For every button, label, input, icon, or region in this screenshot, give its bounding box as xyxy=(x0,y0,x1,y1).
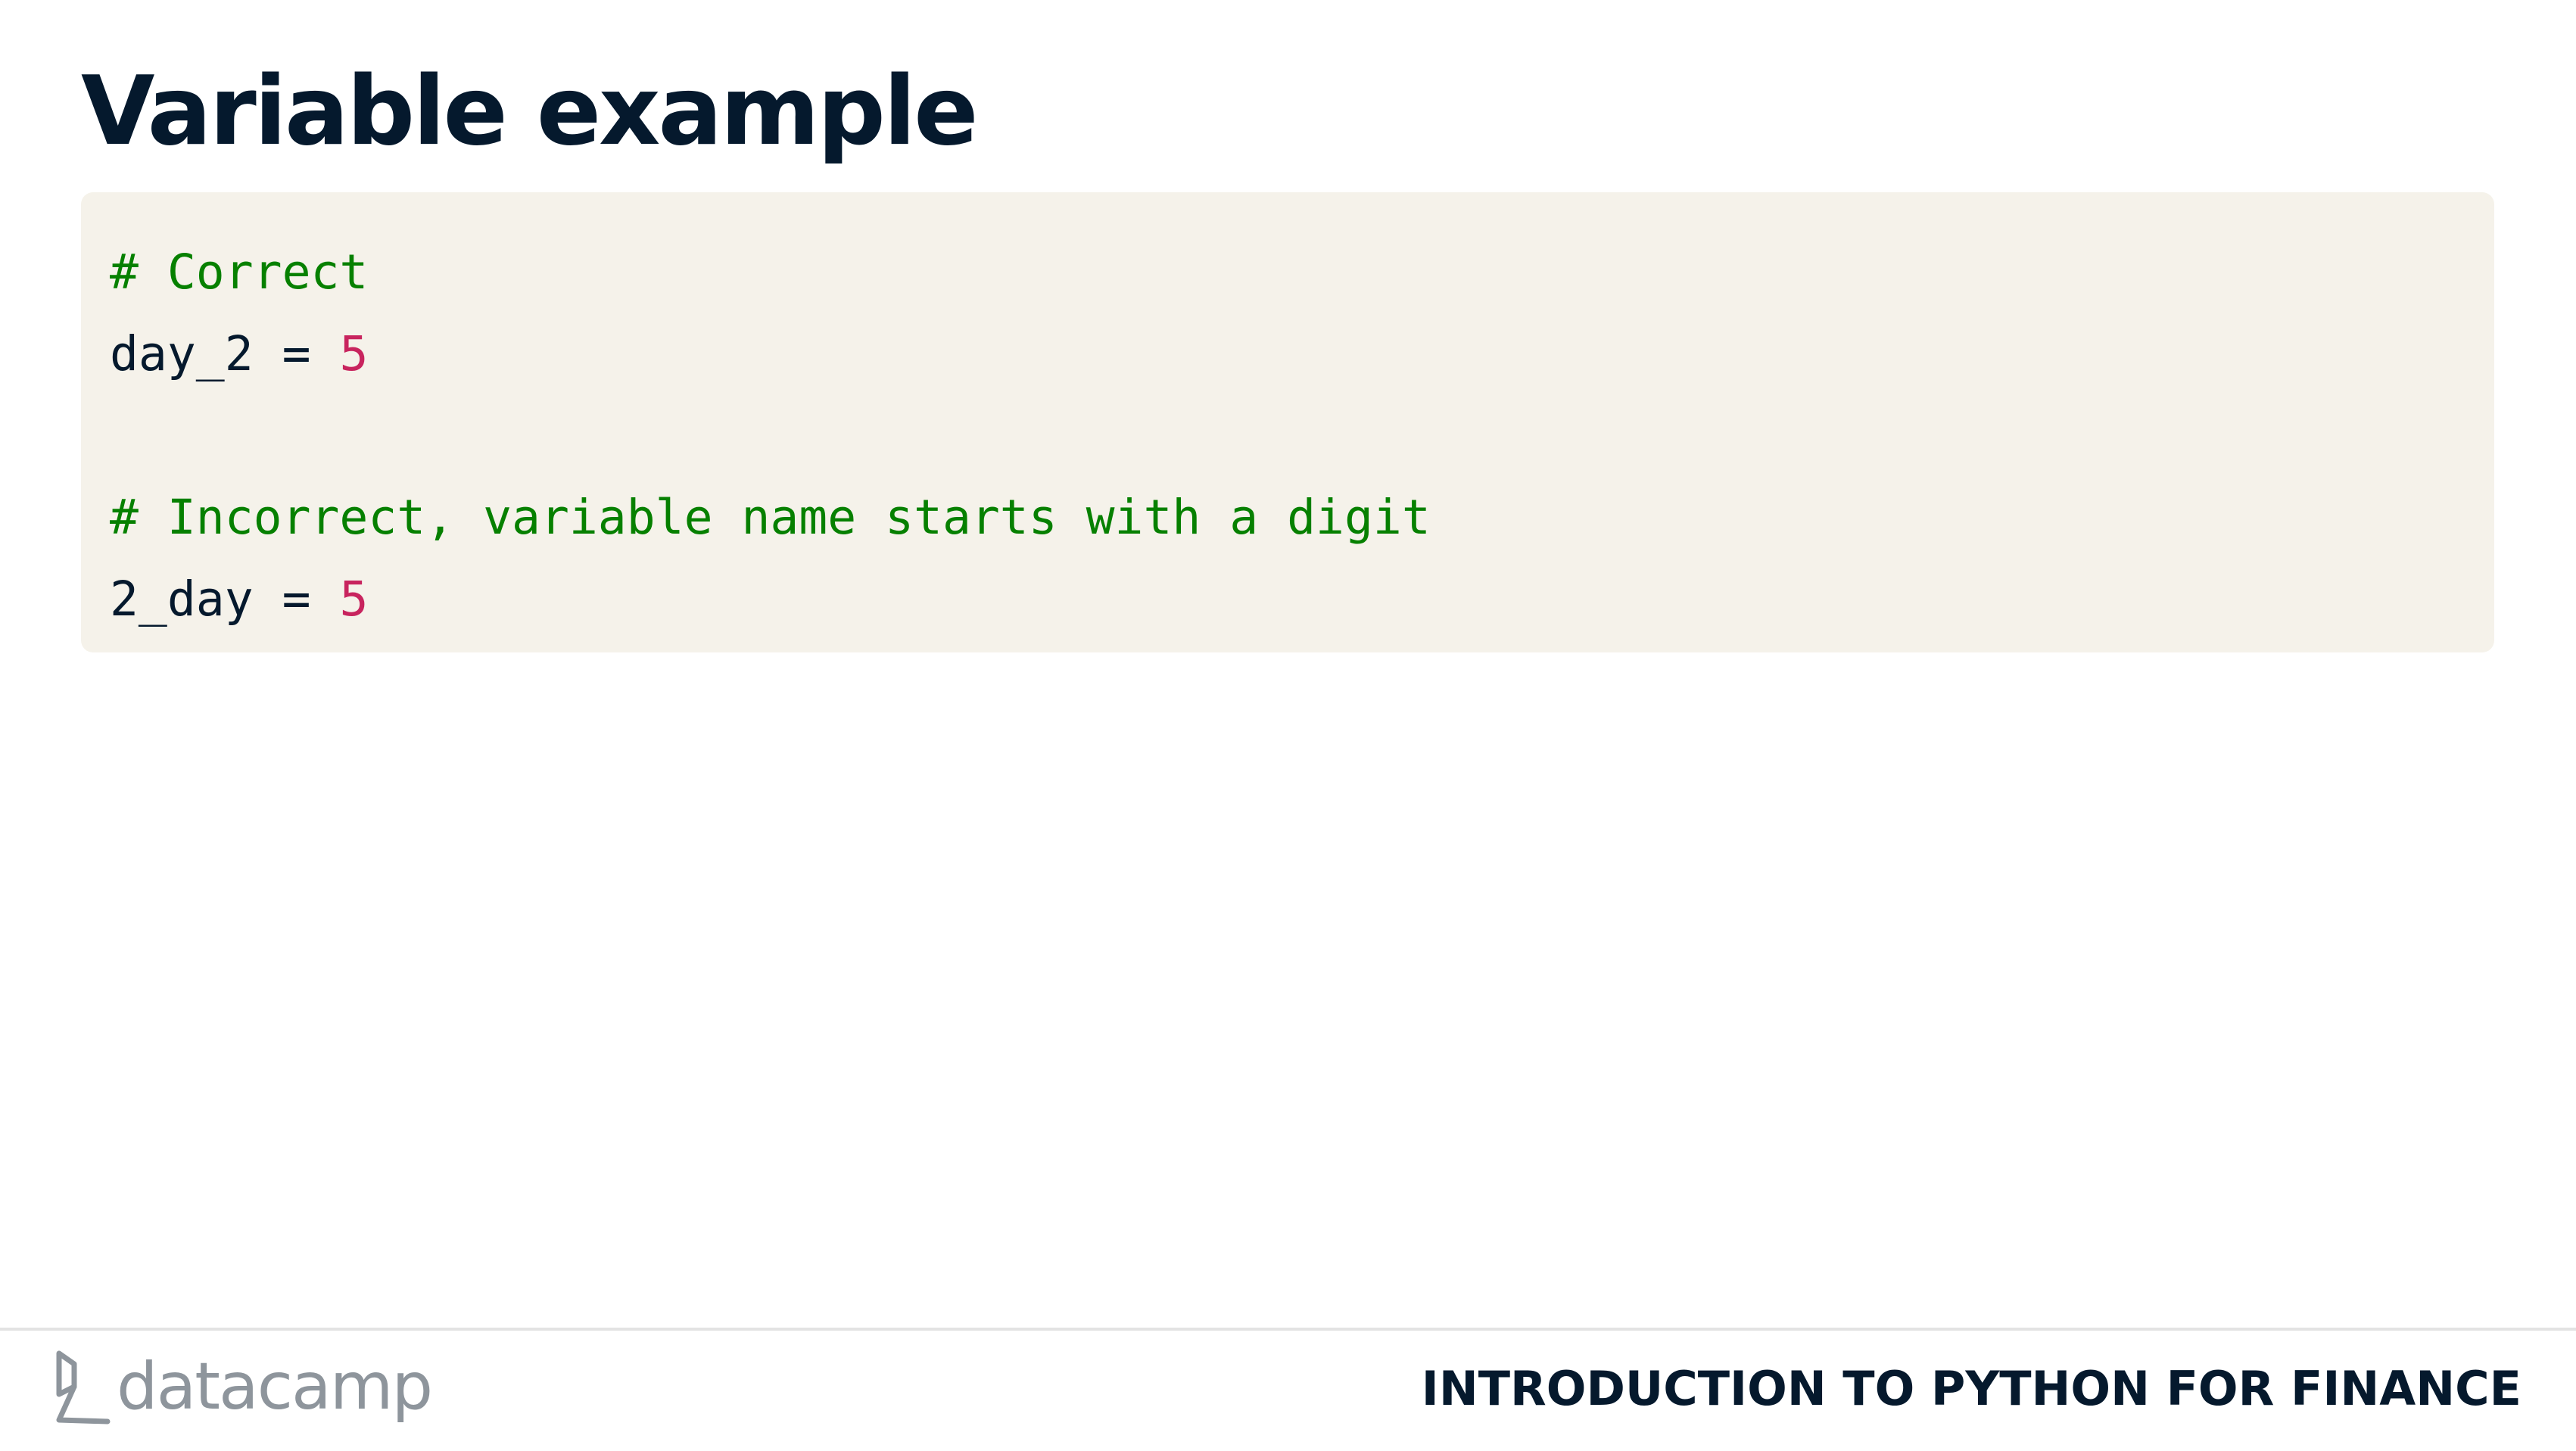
code-line-5: 2_day = 5 xyxy=(110,559,2494,640)
code-text: 2_day = xyxy=(110,571,340,627)
datacamp-logo-icon xyxy=(56,1350,111,1425)
brand-name: datacamp xyxy=(117,1349,433,1425)
datacamp-logo: datacamp xyxy=(53,1349,433,1425)
code-line-2: day_2 = 5 xyxy=(110,313,2494,395)
code-comment: # Correct xyxy=(110,244,369,300)
code-line-1: # Correct xyxy=(110,232,2494,313)
code-number: 5 xyxy=(339,571,369,627)
footer-divider xyxy=(0,1328,2576,1331)
code-comment: # Incorrect, variable name starts with a… xyxy=(110,490,1431,545)
code-number: 5 xyxy=(339,326,369,381)
code-text: day_2 = xyxy=(110,326,340,381)
course-title: INTRODUCTION TO PYTHON FOR FINANCE xyxy=(1421,1361,2521,1416)
slide-title: Variable example xyxy=(81,55,979,167)
code-block: # Correct day_2 = 5 # Incorrect, variabl… xyxy=(81,192,2494,652)
code-line-4: # Incorrect, variable name starts with a… xyxy=(110,477,2494,559)
